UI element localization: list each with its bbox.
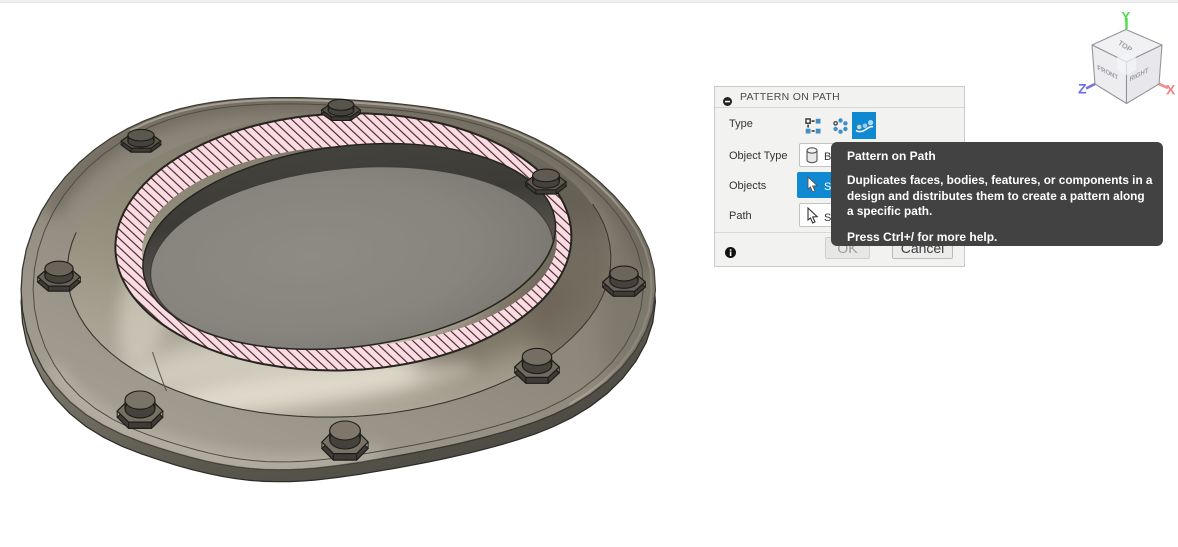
svg-text:X: X	[1166, 82, 1176, 98]
svg-text:Z: Z	[1078, 81, 1087, 97]
svg-text:Y: Y	[1122, 9, 1131, 24]
